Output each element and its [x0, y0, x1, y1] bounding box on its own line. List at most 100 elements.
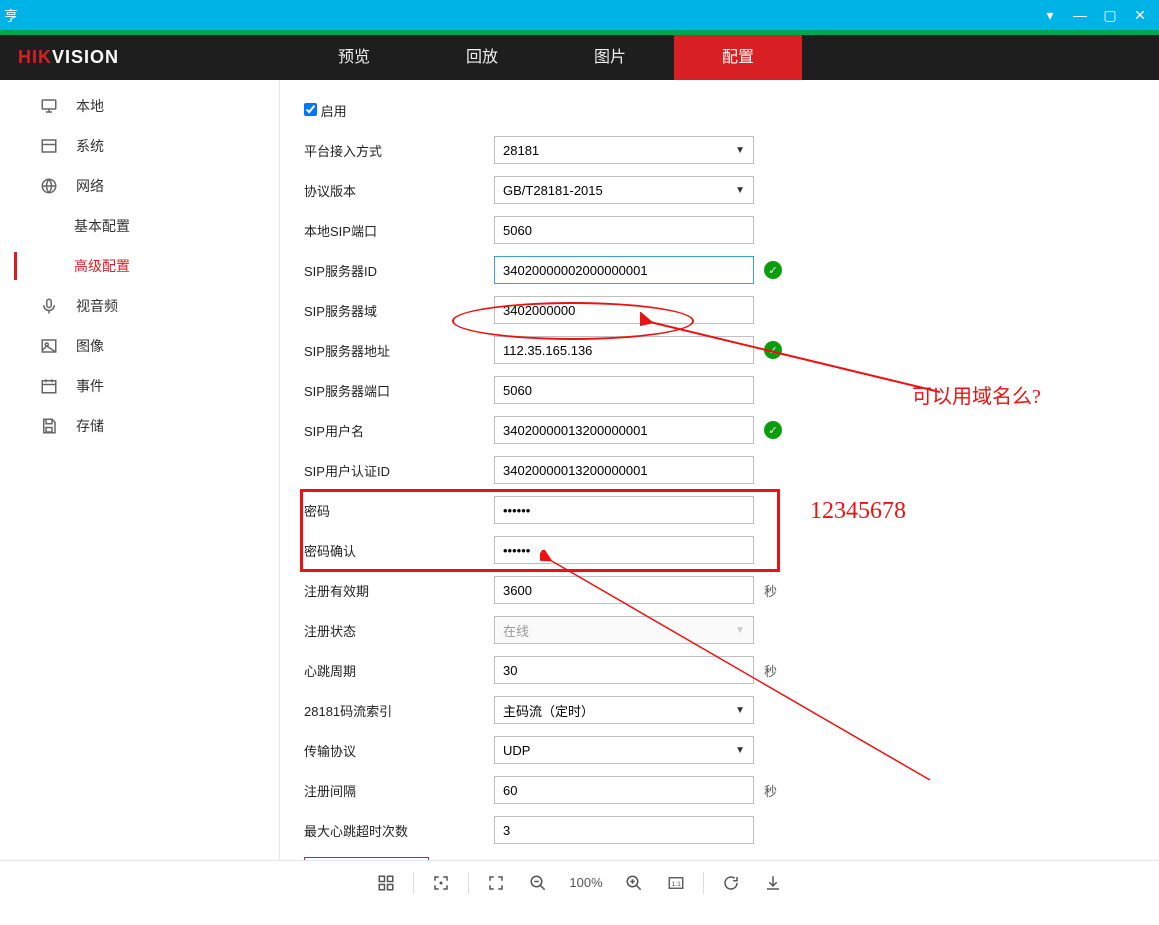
sidebar-label: 存储	[76, 416, 104, 436]
select-stream-index[interactable]: 主码流（定时）▼	[494, 696, 754, 724]
sidebar-item-storage[interactable]: 存储	[0, 406, 279, 446]
download-button[interactable]	[756, 866, 790, 900]
label-sip-server-id: SIP服务器ID	[304, 261, 494, 280]
sidebar-label: 系统	[76, 136, 104, 156]
check-ok-icon: ✓	[764, 421, 782, 439]
label-reg-status: 注册状态	[304, 621, 494, 640]
tab-config[interactable]: 配置	[674, 35, 802, 80]
rotate-button[interactable]	[714, 866, 748, 900]
top-bar: HIKVISION 预览 回放 图片 配置	[0, 35, 1159, 80]
row-heartbeat-period: 心跳周期 秒	[304, 650, 1139, 690]
row-password: 密码	[304, 490, 1139, 530]
enable-checkbox-label[interactable]: 启用	[304, 104, 347, 119]
sidebar-sub-advanced[interactable]: 高级配置	[0, 246, 279, 286]
row-reg-status: 注册状态 在线▼	[304, 610, 1139, 650]
sidebar-item-local[interactable]: 本地	[0, 86, 279, 126]
content-area: 启用 平台接入方式 28181▼ 协议版本 GB/T28181-2015▼ 本地…	[280, 80, 1159, 860]
sidebar-item-system[interactable]: 系统	[0, 126, 279, 166]
sidebar-label: 本地	[76, 96, 104, 116]
row-sip-server-domain: SIP服务器域	[304, 290, 1139, 330]
row-sip-server-port: SIP服务器端口	[304, 370, 1139, 410]
label-sip-username: SIP用户名	[304, 421, 494, 440]
check-ok-icon: ✓	[764, 341, 782, 359]
row-transport: 传输协议 UDP▼	[304, 730, 1139, 770]
input-password[interactable]	[494, 496, 754, 524]
titlebar-left-symbol: 亨	[4, 6, 18, 26]
sidebar-item-image[interactable]: 图像	[0, 326, 279, 366]
label-sip-server-domain: SIP服务器域	[304, 301, 494, 320]
row-channel-button: 视频通道编码ID	[304, 850, 1139, 860]
layout-grid-button[interactable]	[369, 866, 403, 900]
label-transport: 传输协议	[304, 741, 494, 760]
label-sip-server-addr: SIP服务器地址	[304, 341, 494, 360]
input-sip-auth-id[interactable]	[494, 456, 754, 484]
actual-size-button[interactable]: 1:1	[659, 866, 693, 900]
brand-logo: HIKVISION	[0, 47, 170, 68]
window-minimize-button[interactable]: —	[1067, 5, 1093, 25]
input-sip-server-addr[interactable]	[494, 336, 754, 364]
caret-down-icon: ▼	[735, 705, 745, 716]
input-max-heartbeat-timeout[interactable]	[494, 816, 754, 844]
input-sip-server-domain[interactable]	[494, 296, 754, 324]
sidebar-sub-basic[interactable]: 基本配置	[0, 206, 279, 246]
tab-preview[interactable]: 预览	[290, 35, 418, 80]
enable-checkbox[interactable]	[304, 103, 317, 116]
input-sip-username[interactable]	[494, 416, 754, 444]
window-maximize-button[interactable]: ▢	[1097, 5, 1123, 25]
video-channel-id-button[interactable]: 视频通道编码ID	[304, 857, 429, 861]
focus-mode-button[interactable]	[424, 866, 458, 900]
bottom-toolbar: 100% 1:1	[0, 860, 1159, 904]
globe-icon	[38, 175, 60, 197]
sidebar: 本地 系统 网络 基本配置 高级配置 视音频 图像 事件 存储	[0, 80, 280, 860]
toolbar-separator	[468, 872, 469, 894]
zoom-out-button[interactable]	[521, 866, 555, 900]
save-icon	[38, 415, 60, 437]
tab-playback[interactable]: 回放	[418, 35, 546, 80]
tab-picture[interactable]: 图片	[546, 35, 674, 80]
label-protocol-version: 协议版本	[304, 181, 494, 200]
sidebar-item-network[interactable]: 网络	[0, 166, 279, 206]
label-heartbeat-period: 心跳周期	[304, 661, 494, 680]
sidebar-label: 视音频	[76, 296, 118, 316]
sidebar-item-audiovideo[interactable]: 视音频	[0, 286, 279, 326]
row-protocol-version: 协议版本 GB/T28181-2015▼	[304, 170, 1139, 210]
label-max-heartbeat-timeout: 最大心跳超时次数	[304, 821, 494, 840]
label-sip-server-port: SIP服务器端口	[304, 381, 494, 400]
select-reg-status: 在线▼	[494, 616, 754, 644]
input-reg-validity[interactable]	[494, 576, 754, 604]
row-stream-index: 28181码流索引 主码流（定时）▼	[304, 690, 1139, 730]
sidebar-label: 图像	[76, 336, 104, 356]
input-sip-server-id[interactable]	[494, 256, 754, 284]
svg-text:1:1: 1:1	[672, 881, 682, 888]
unit-seconds: 秒	[764, 781, 777, 800]
row-sip-server-addr: SIP服务器地址 ✓	[304, 330, 1139, 370]
input-heartbeat-period[interactable]	[494, 656, 754, 684]
row-reg-validity: 注册有效期 秒	[304, 570, 1139, 610]
sidebar-item-event[interactable]: 事件	[0, 366, 279, 406]
label-password-confirm: 密码确认	[304, 541, 494, 560]
window-dropdown-button[interactable]: ▾	[1037, 5, 1063, 25]
input-local-sip-port[interactable]	[494, 216, 754, 244]
window-titlebar: 亨 ▾ — ▢ ✕	[0, 0, 1159, 30]
row-enable: 启用	[304, 90, 1139, 130]
input-sip-server-port[interactable]	[494, 376, 754, 404]
label-sip-auth-id: SIP用户认证ID	[304, 461, 494, 480]
caret-down-icon: ▼	[735, 145, 745, 156]
window-close-button[interactable]: ✕	[1127, 5, 1153, 25]
sidebar-label: 事件	[76, 376, 104, 396]
label-access-mode: 平台接入方式	[304, 141, 494, 160]
input-reg-interval[interactable]	[494, 776, 754, 804]
fit-screen-button[interactable]	[479, 866, 513, 900]
select-access-mode[interactable]: 28181▼	[494, 136, 754, 164]
layout-icon	[38, 135, 60, 157]
label-stream-index: 28181码流索引	[304, 701, 494, 720]
select-protocol-version[interactable]: GB/T28181-2015▼	[494, 176, 754, 204]
input-password-confirm[interactable]	[494, 536, 754, 564]
top-nav: 预览 回放 图片 配置	[170, 35, 1159, 80]
zoom-in-button[interactable]	[617, 866, 651, 900]
row-local-sip-port: 本地SIP端口	[304, 210, 1139, 250]
monitor-icon	[38, 95, 60, 117]
row-max-heartbeat-timeout: 最大心跳超时次数	[304, 810, 1139, 850]
select-transport[interactable]: UDP▼	[494, 736, 754, 764]
row-sip-username: SIP用户名 ✓	[304, 410, 1139, 450]
